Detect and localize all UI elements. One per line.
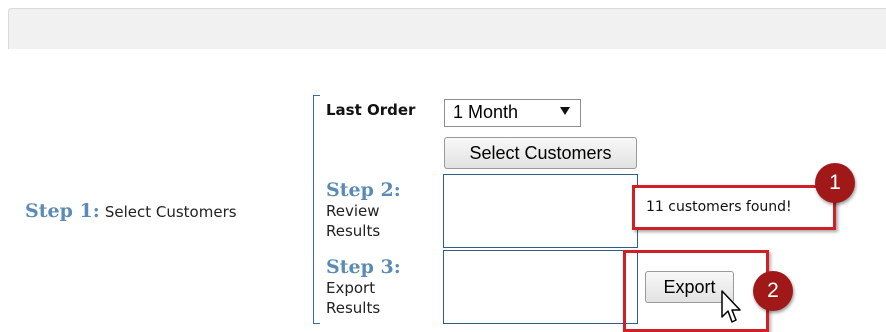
step-1-text: Select Customers xyxy=(104,203,237,221)
review-results-box xyxy=(443,174,638,248)
callout-badge-2: 2 xyxy=(753,271,793,311)
step-2-line1: Review xyxy=(326,202,380,220)
customers-found-message: 11 customers found! xyxy=(632,185,836,230)
step-2: Step 2: Review Results xyxy=(326,180,401,241)
steps-bracket xyxy=(313,95,320,324)
last-order-select[interactable]: 1 Month xyxy=(444,99,581,127)
mouse-pointer-icon xyxy=(721,290,741,323)
step-3-label: Step 3: xyxy=(326,256,401,278)
step-3: Step 3: Export Results xyxy=(326,257,401,318)
dropdown-arrow-icon xyxy=(560,107,570,115)
last-order-label: Last Order xyxy=(326,101,416,119)
export-results-box xyxy=(443,250,638,324)
step-2-label: Step 2: xyxy=(326,179,401,201)
step-3-line1: Export xyxy=(326,279,376,297)
last-order-value: 1 Month xyxy=(453,102,519,122)
step-1: Step 1: Select Customers xyxy=(25,200,237,222)
step-2-line2: Results xyxy=(326,222,381,240)
step-1-label: Step 1: xyxy=(25,200,100,222)
top-bar xyxy=(8,8,886,49)
callout-badge-1: 1 xyxy=(815,163,855,203)
step-3-line2: Results xyxy=(326,299,381,317)
select-customers-button[interactable]: Select Customers xyxy=(444,137,637,169)
